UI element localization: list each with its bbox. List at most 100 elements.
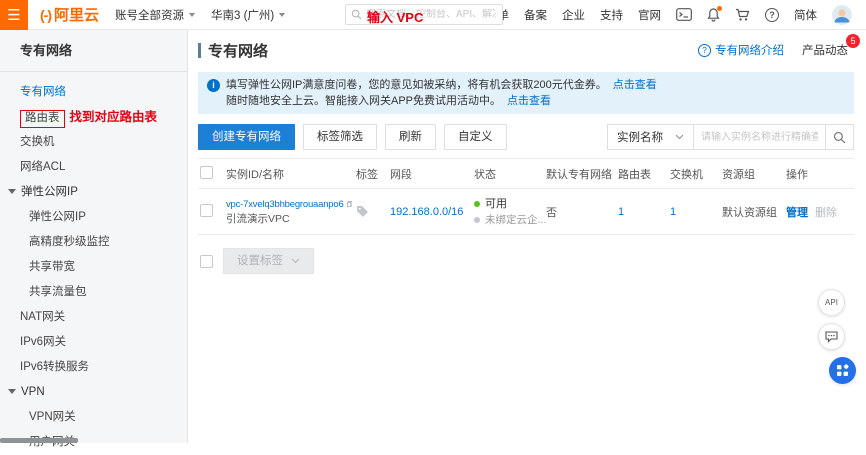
banner-link-2[interactable]: 点击查看 bbox=[507, 95, 551, 107]
route-table-count-link[interactable]: 1 bbox=[618, 206, 624, 218]
sidebar-item-ipv6-gateway[interactable]: IPv6网关 bbox=[0, 330, 187, 355]
col-actions: 操作 bbox=[784, 159, 854, 189]
sidebar-item-data-transfer-plan[interactable]: 共享流量包 bbox=[0, 280, 187, 305]
sidebar-group-eip[interactable]: 弹性公网IP bbox=[0, 180, 187, 205]
region-label: 华南3 (广州) bbox=[211, 7, 274, 23]
vpc-id-link[interactable]: vpc-7xvelq3bhbegrouaanpo6 bbox=[226, 197, 344, 212]
mini-app-button[interactable] bbox=[829, 357, 856, 384]
footer-select-all-checkbox[interactable] bbox=[200, 255, 213, 268]
help-button[interactable]: ? bbox=[765, 8, 779, 22]
avatar-icon bbox=[832, 5, 852, 25]
page-header: 专有网络 ? 专有网络介绍 产品动态 5 bbox=[188, 30, 866, 70]
select-all-checkbox[interactable] bbox=[200, 166, 213, 179]
menu-button[interactable]: ☰ bbox=[0, 0, 28, 30]
set-tags-button[interactable]: 设置标签 bbox=[223, 248, 314, 274]
resource-group-cell: 默认资源组 bbox=[720, 189, 784, 235]
region-dropdown[interactable]: 华南3 (广州) bbox=[211, 7, 285, 23]
cart-icon bbox=[735, 8, 750, 22]
search-icon bbox=[833, 131, 846, 144]
sidebar: 专有网络 专有网络 路由表 找到对应路由表 交换机 网络ACL 弹性公网IP 弹… bbox=[0, 30, 188, 443]
comment-icon bbox=[825, 331, 838, 343]
page-title: 专有网络 bbox=[208, 40, 268, 61]
delete-action[interactable]: 删除 bbox=[815, 207, 837, 219]
feedback-button[interactable] bbox=[818, 323, 845, 350]
create-vpc-button[interactable]: 创建专有网络 bbox=[198, 124, 295, 150]
info-icon: i bbox=[207, 79, 220, 92]
floating-widgets: API bbox=[818, 289, 856, 384]
vpc-intro-link[interactable]: ? 专有网络介绍 bbox=[698, 42, 784, 58]
vpc-name: 引流演示VPC bbox=[226, 212, 352, 227]
instance-search-input[interactable] bbox=[694, 124, 826, 150]
filter-field-select[interactable]: 实例名称 bbox=[607, 124, 694, 150]
banner-line-2: 随时随地安全上云。智能接入网关APP免费试用活动中。点击查看 bbox=[226, 93, 844, 109]
question-circle-icon: ? bbox=[698, 44, 711, 57]
tag-filter-button[interactable]: 标签筛选 bbox=[303, 124, 377, 150]
api-button[interactable]: API bbox=[818, 289, 845, 316]
product-news-label: 产品动态 bbox=[802, 45, 848, 57]
nav-enterprise[interactable]: 企业 bbox=[562, 7, 585, 23]
instance-search-button[interactable] bbox=[826, 124, 854, 150]
sidebar-group-vpn[interactable]: VPN bbox=[0, 380, 187, 405]
manage-action[interactable]: 管理 bbox=[786, 207, 808, 219]
nav-icp[interactable]: 备案 bbox=[524, 7, 547, 23]
terminal-icon bbox=[676, 8, 692, 21]
status-cen: 未绑定云企... bbox=[474, 212, 542, 228]
sidebar-item-vpc[interactable]: 专有网络 bbox=[0, 80, 187, 105]
caret-down-icon bbox=[8, 189, 16, 194]
vpc-table: 实例ID/名称 标签 网段 状态 默认专有网络 路由表 交换机 资源组 操作 v… bbox=[198, 158, 854, 235]
is-default-cell: 否 bbox=[544, 189, 616, 235]
chevron-down-icon bbox=[675, 134, 684, 140]
hamburger-icon: ☰ bbox=[7, 6, 20, 24]
annotation-search-hint: 输入 VPC bbox=[367, 7, 423, 26]
banner-text-1: 填写弹性公网IP满意度问卷，您的意见如被采纳，将有机会获取200元代金券。 bbox=[226, 79, 607, 91]
language-switch[interactable]: 简体 bbox=[794, 7, 817, 23]
title-accent-bar bbox=[198, 43, 201, 58]
copy-icon[interactable] bbox=[347, 199, 352, 209]
product-news-link[interactable]: 产品动态 5 bbox=[802, 42, 848, 58]
nav-support[interactable]: 支持 bbox=[600, 7, 623, 23]
vswitch-count-link[interactable]: 1 bbox=[670, 206, 676, 218]
sidebar-item-vswitch[interactable]: 交换机 bbox=[0, 130, 187, 155]
tag-icon[interactable] bbox=[356, 205, 369, 218]
customize-button[interactable]: 自定义 bbox=[444, 124, 507, 150]
col-tags: 标签 bbox=[354, 159, 388, 189]
status-sub-label: 未绑定云企... bbox=[485, 212, 546, 228]
col-default-vpc: 默认专有网络 bbox=[544, 159, 616, 189]
cloud-shell-button[interactable] bbox=[676, 8, 692, 21]
filter-field-label: 实例名称 bbox=[617, 129, 663, 145]
sidebar-item-second-level-monitoring[interactable]: 高精度秒级监控 bbox=[0, 230, 187, 255]
sidebar-item-shared-bandwidth[interactable]: 共享带宽 bbox=[0, 255, 187, 280]
aliyun-logo-text: 阿里云 bbox=[54, 4, 99, 25]
sidebar-item-route-table[interactable]: 路由表 找到对应路由表 bbox=[0, 105, 187, 130]
row-checkbox[interactable] bbox=[200, 204, 213, 217]
horizontal-scrollbar[interactable] bbox=[0, 438, 78, 443]
chevron-down-icon bbox=[291, 258, 300, 264]
sidebar-item-eip[interactable]: 弹性公网IP bbox=[0, 205, 187, 230]
table-row: vpc-7xvelq3bhbegrouaanpo6 引流演示VPC 192.16 bbox=[198, 189, 854, 235]
bell-icon bbox=[707, 8, 720, 22]
sidebar-item-network-acl[interactable]: 网络ACL bbox=[0, 155, 187, 180]
status-dot-green bbox=[474, 201, 480, 207]
cart-button[interactable] bbox=[735, 8, 750, 22]
refresh-button[interactable]: 刷新 bbox=[385, 124, 436, 150]
page-header-right: ? 专有网络介绍 产品动态 5 bbox=[698, 42, 854, 58]
avatar[interactable] bbox=[832, 5, 852, 25]
sidebar-item-ipv6-translation[interactable]: IPv6转换服务 bbox=[0, 355, 187, 380]
set-tags-label: 设置标签 bbox=[237, 249, 283, 273]
banner-link-1[interactable]: 点击查看 bbox=[613, 79, 657, 91]
chevron-down-icon bbox=[279, 13, 285, 17]
annotation-red-box: 路由表 bbox=[20, 110, 65, 128]
status-label: 可用 bbox=[485, 196, 507, 212]
aliyun-logo[interactable]: (-) 阿里云 bbox=[40, 4, 99, 25]
search-icon bbox=[351, 9, 362, 20]
resource-scope-label: 账号全部资源 bbox=[115, 7, 184, 23]
resource-scope-dropdown[interactable]: 账号全部资源 bbox=[115, 7, 195, 23]
sidebar-group-vpn-label: VPN bbox=[21, 386, 45, 398]
notifications-button[interactable] bbox=[707, 8, 720, 22]
nav-website[interactable]: 官网 bbox=[638, 7, 661, 23]
sidebar-item-vpn-gateway[interactable]: VPN网关 bbox=[0, 405, 187, 430]
vpc-cidr-link[interactable]: 192.168.0.0/16 bbox=[390, 206, 463, 218]
sidebar-item-nat-gateway[interactable]: NAT网关 bbox=[0, 305, 187, 330]
toolbar-right: 实例名称 bbox=[607, 124, 854, 150]
chevron-down-icon bbox=[189, 13, 195, 17]
